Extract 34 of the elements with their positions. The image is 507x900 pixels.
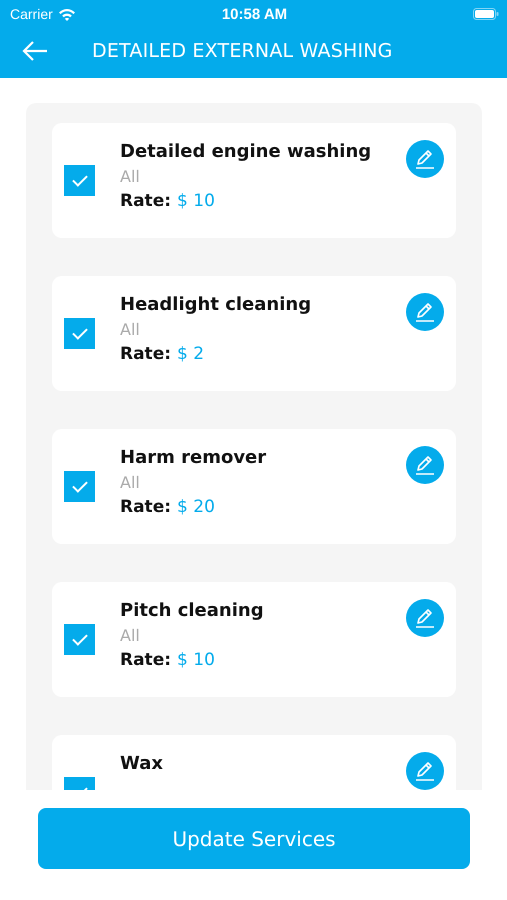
- service-scope: All: [120, 626, 141, 645]
- service-name: Wax: [120, 753, 164, 774]
- pencil-icon: [413, 453, 437, 477]
- pencil-icon: [413, 606, 437, 630]
- service-rate: Rate: $ 10: [120, 191, 216, 211]
- edit-button[interactable]: [406, 599, 444, 637]
- pencil-icon: [413, 300, 437, 324]
- service-name: Detailed engine washing: [120, 141, 372, 162]
- checkbox[interactable]: [64, 165, 95, 196]
- pencil-icon: [413, 147, 437, 171]
- service-rate: Rate: $ 20: [120, 497, 216, 517]
- edit-button[interactable]: [406, 140, 444, 178]
- checkbox[interactable]: [64, 318, 95, 349]
- service-scope: All: [120, 473, 141, 492]
- service-rate: Rate: $ 10: [120, 650, 216, 670]
- clock-time: 10:58 AM: [222, 6, 288, 22]
- service-rate: Rate: $ 2: [120, 344, 206, 364]
- wifi-icon: [58, 8, 76, 20]
- service-scope: All: [120, 320, 141, 339]
- service-name: Pitch cleaning: [120, 600, 265, 621]
- checkbox[interactable]: [64, 624, 95, 655]
- screen-title: DETAILED EXTERNAL WASHING: [92, 40, 393, 62]
- checkbox[interactable]: [64, 471, 95, 502]
- service-name: Harm remover: [120, 447, 268, 468]
- service-scope: All: [120, 167, 141, 186]
- service-name: Headlight cleaning: [120, 294, 312, 315]
- back-arrow-icon[interactable]: [22, 41, 48, 61]
- edit-button[interactable]: [406, 293, 444, 331]
- carrier-label: Carrier: [10, 6, 53, 22]
- edit-button[interactable]: [406, 446, 444, 484]
- pencil-icon: [413, 759, 437, 783]
- update-services-button[interactable]: Update Services: [38, 808, 470, 869]
- edit-button[interactable]: [406, 752, 444, 790]
- battery-icon: [473, 8, 499, 20]
